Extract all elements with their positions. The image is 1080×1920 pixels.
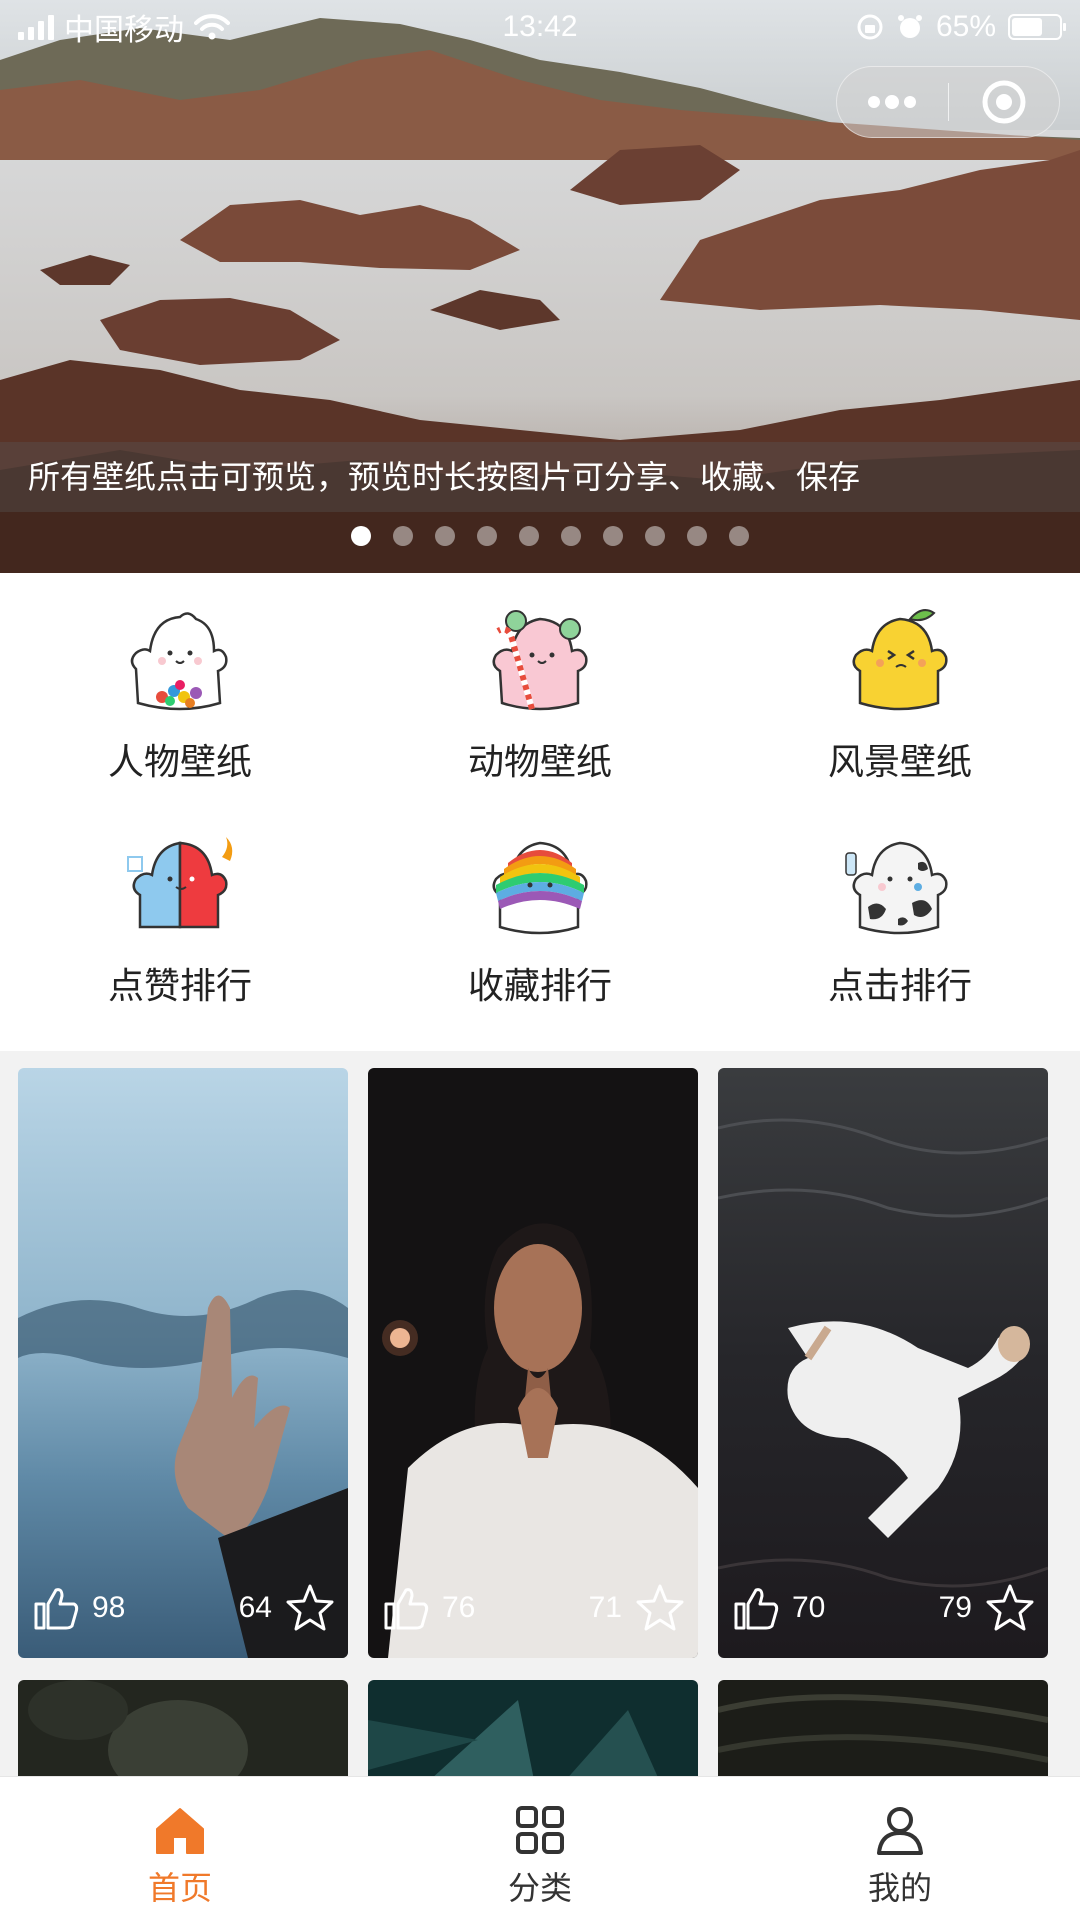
home-icon <box>156 1808 204 1854</box>
carousel-dot[interactable] <box>477 526 497 546</box>
target-circle-icon <box>982 80 1026 124</box>
ghost-candycane-icon <box>492 610 588 711</box>
category-label: 收藏排行 <box>467 965 612 1006</box>
carousel-dot[interactable] <box>393 526 413 546</box>
tab-profile[interactable]: 我的 <box>720 1777 1080 1920</box>
ghost-cow-icon <box>845 841 948 935</box>
star-icon <box>986 1584 1034 1631</box>
category-grid: 人物壁纸 动物壁纸 风景壁纸 点赞排行 收藏排行 点击排行 <box>0 573 1080 1051</box>
carousel-dot[interactable] <box>435 526 455 546</box>
like-button[interactable]: 70 <box>730 1582 825 1634</box>
favorite-button[interactable]: 71 <box>589 1582 686 1634</box>
like-count: 76 <box>442 1591 476 1624</box>
ghost-fire-ice-icon <box>127 837 233 929</box>
more-button[interactable] <box>837 67 948 137</box>
tab-categories[interactable]: 分类 <box>360 1777 720 1920</box>
favorite-button[interactable]: 64 <box>239 1582 336 1634</box>
category-label: 动物壁纸 <box>467 741 612 782</box>
close-miniprogram-button[interactable] <box>949 67 1060 137</box>
like-count: 70 <box>792 1591 826 1624</box>
carousel-dot[interactable] <box>351 526 371 546</box>
star-icon <box>286 1584 334 1631</box>
grid-icon <box>516 1806 564 1854</box>
wallpaper-image <box>18 1068 348 1658</box>
tab-home[interactable]: 首页 <box>0 1777 360 1920</box>
clock: 13:42 <box>502 10 578 43</box>
category-label: 点赞排行 <box>107 965 252 1006</box>
banner-notice: 所有壁纸点击可预览，预览时长按图片可分享、收藏、保存 <box>0 442 1080 512</box>
wallpaper-image <box>718 1068 1048 1658</box>
thumbs-up-icon <box>734 1588 779 1630</box>
like-button[interactable]: 76 <box>380 1582 475 1634</box>
tab-label: 分类 <box>507 1870 572 1906</box>
category-people[interactable]: 人物壁纸 <box>0 599 360 823</box>
tab-label: 首页 <box>147 1870 212 1906</box>
carousel-dot[interactable] <box>687 526 707 546</box>
category-animals[interactable]: 动物壁纸 <box>360 599 720 823</box>
carousel-indicator <box>0 526 1080 546</box>
category-clicks-ranking[interactable]: 点击排行 <box>720 823 1080 1047</box>
favorite-count: 79 <box>938 1591 972 1624</box>
ghost-candy-icon <box>130 612 228 711</box>
favorite-button[interactable]: 79 <box>939 1582 1036 1634</box>
tab-bar: 首页 分类 我的 <box>0 1776 1080 1920</box>
status-bar: 中国移动 13:42 65% <box>0 0 1080 54</box>
carousel-dot[interactable] <box>561 526 581 546</box>
ghost-lemon-icon <box>852 609 948 711</box>
category-label: 人物壁纸 <box>107 741 252 782</box>
tab-label: 我的 <box>867 1870 932 1906</box>
card-stats: 76 71 <box>368 1580 698 1636</box>
more-dots-icon <box>868 95 917 109</box>
star-icon <box>636 1584 684 1631</box>
card-stats: 70 79 <box>718 1580 1048 1636</box>
user-icon <box>877 1807 923 1855</box>
category-likes-ranking[interactable]: 点赞排行 <box>0 823 360 1047</box>
thumbs-up-icon <box>34 1588 79 1630</box>
battery-icon <box>1008 14 1066 40</box>
carousel-dot[interactable] <box>729 526 749 546</box>
category-label: 风景壁纸 <box>827 741 972 782</box>
favorite-count: 64 <box>238 1591 272 1624</box>
favorite-count: 71 <box>588 1591 622 1624</box>
carousel-dot[interactable] <box>645 526 665 546</box>
wallpaper-card[interactable]: 76 71 <box>368 1068 698 1658</box>
miniprogram-capsule <box>836 66 1060 138</box>
like-count: 98 <box>92 1591 126 1624</box>
category-favorites-ranking[interactable]: 收藏排行 <box>360 823 720 1047</box>
wallpaper-image <box>368 1068 698 1658</box>
wallpaper-card[interactable]: 70 79 <box>718 1068 1048 1658</box>
category-scenery[interactable]: 风景壁纸 <box>720 599 1080 823</box>
card-stats: 98 64 <box>18 1580 348 1636</box>
wallpaper-card[interactable]: 98 64 <box>18 1068 348 1658</box>
thumbs-up-icon <box>384 1588 429 1630</box>
ghost-rainbow-icon <box>492 841 588 935</box>
hero-banner[interactable]: 中国移动 13:42 65% 所有壁纸点击可预览，预览时长按图片可分享、收藏、保… <box>0 0 1080 573</box>
carousel-dot[interactable] <box>603 526 623 546</box>
carousel-dot[interactable] <box>519 526 539 546</box>
like-button[interactable]: 98 <box>30 1582 125 1634</box>
category-label: 点击排行 <box>827 965 972 1006</box>
